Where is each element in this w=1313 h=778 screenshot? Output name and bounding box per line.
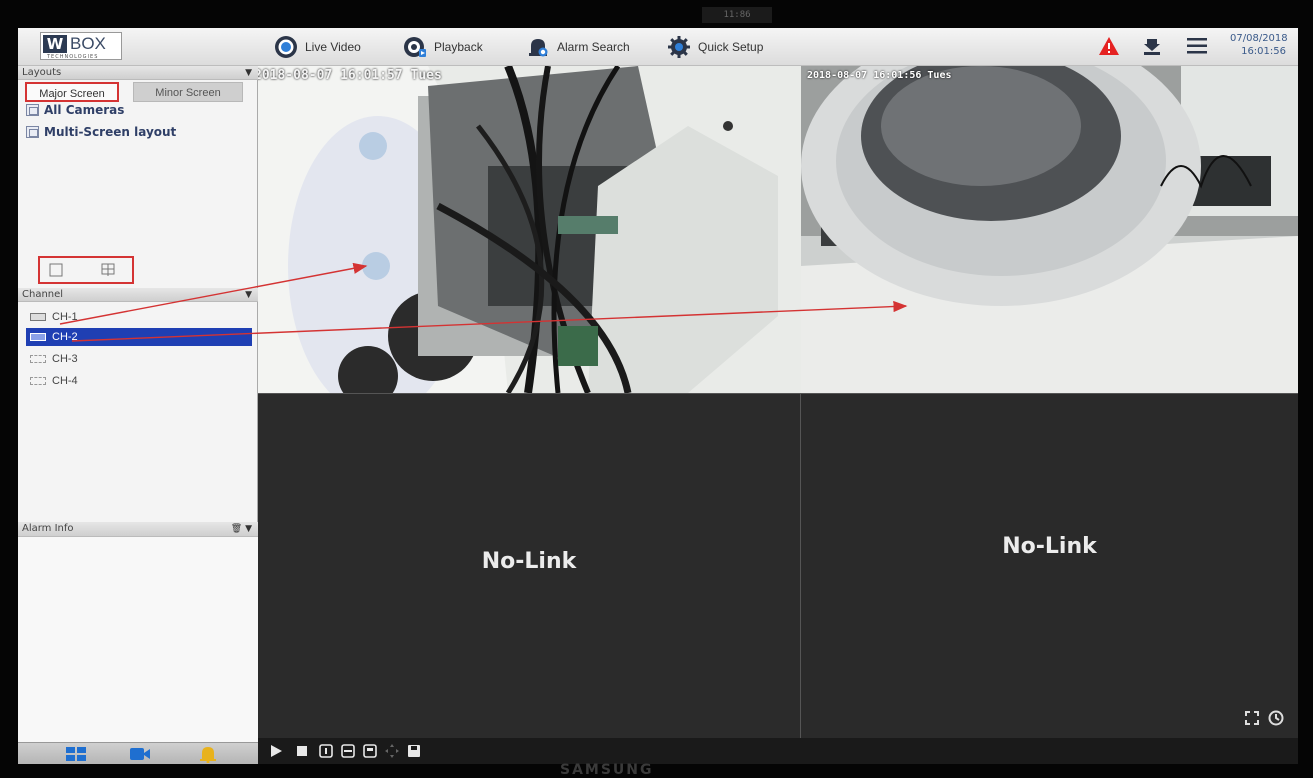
hamburger-menu-icon[interactable] xyxy=(1187,38,1207,54)
snapshot-icon[interactable] xyxy=(362,743,378,759)
bell-icon[interactable] xyxy=(196,745,220,763)
tile-3-status: No-Link xyxy=(481,549,577,574)
gear-icon xyxy=(668,36,690,58)
nav-live-video-label: Live Video xyxy=(305,40,361,54)
playback-icon xyxy=(404,37,426,57)
tile-tools xyxy=(1240,708,1290,728)
record-icon xyxy=(275,36,297,58)
clock-time: 16:01:56 xyxy=(1241,46,1286,57)
tree-all-cameras-label: All Cameras xyxy=(44,103,125,117)
tab-major-screen[interactable]: Major Screen xyxy=(25,82,119,102)
camera-icon xyxy=(30,377,46,385)
nav-live-video[interactable]: Live Video xyxy=(274,34,361,60)
channel-item-ch3[interactable]: CH-3 xyxy=(26,350,252,368)
screen-tabs: Major Screen Minor Screen xyxy=(21,80,253,102)
clock-date: 07/08/2018 xyxy=(1230,33,1288,44)
layouts-panel-header[interactable]: Layouts ▼ xyxy=(18,66,258,80)
alarm-header-label: Alarm Info xyxy=(22,523,74,534)
video-tile-2[interactable]: 2018-08-07 16:01:56 Tues xyxy=(801,66,1298,393)
video-camera-icon[interactable] xyxy=(128,745,152,763)
download-icon[interactable] xyxy=(1144,37,1160,55)
top-bar: W BOX TECHNOLOGIES Live Video Playback A… xyxy=(18,28,1298,66)
fullscreen-icon[interactable] xyxy=(1244,710,1260,726)
stop-icon[interactable] xyxy=(294,743,310,759)
camera-icon xyxy=(30,333,46,341)
tree-multi-screen-label: Multi-Screen layout xyxy=(44,125,177,139)
nav-alarm-search[interactable]: Alarm Search xyxy=(526,34,630,60)
trash-and-caret-icon[interactable]: 🗑 ▼ xyxy=(231,522,252,536)
dvr-screen: W BOX TECHNOLOGIES Live Video Playback A… xyxy=(18,28,1298,764)
single-screen-icon[interactable] xyxy=(49,263,63,277)
nav-playback-label: Playback xyxy=(434,40,483,54)
tab-minor-screen[interactable]: Minor Screen xyxy=(133,82,243,102)
camera-1-timestamp: 2018-08-07 16:01:57 Tues xyxy=(258,68,442,83)
sidebar-bottom-toolbar xyxy=(18,742,258,764)
logo-box: BOX xyxy=(70,34,106,53)
camera-icon xyxy=(30,355,46,363)
app-logo: W BOX TECHNOLOGIES xyxy=(40,32,122,60)
camera-2-timestamp: 2018-08-07 16:01:56 Tues xyxy=(807,70,952,81)
camera-2-feed xyxy=(801,66,1298,393)
monitor-brand: SAMSUNG xyxy=(560,762,654,778)
monitor-frame: 11:86 W BOX TECHNOLOGIES Live Video Play… xyxy=(0,0,1313,778)
collapse-caret-icon[interactable]: ▼ xyxy=(245,66,252,80)
camera-group-icon xyxy=(26,104,39,116)
quad-screen-icon[interactable] xyxy=(101,263,115,277)
channel-label: CH-1 xyxy=(52,311,78,323)
channel-item-ch2[interactable]: CH-2 xyxy=(26,328,252,346)
channel-label: CH-2 xyxy=(52,331,78,343)
tree-multi-screen-layout[interactable]: Multi-Screen layout xyxy=(26,124,176,140)
tree-all-cameras[interactable]: All Cameras xyxy=(26,102,124,118)
layout-grid-icon[interactable] xyxy=(64,745,88,763)
bezel-label: 11:86 xyxy=(702,7,772,23)
nav-quick-setup[interactable]: Quick Setup xyxy=(667,34,763,60)
camera-1-feed xyxy=(258,66,801,393)
channel-label: CH-3 xyxy=(52,353,78,365)
video-grid: 2018-08-07 16:01:57 Tues 2018-08-07 16:0… xyxy=(258,66,1298,738)
logo-w: W xyxy=(43,35,67,53)
layout-group-icon xyxy=(26,126,39,138)
alarm-info-list xyxy=(18,537,258,742)
camera-icon xyxy=(30,313,46,321)
nav-quick-setup-label: Quick Setup xyxy=(698,40,764,54)
layouts-header-label: Layouts xyxy=(22,67,62,78)
alarm-panel-header[interactable]: Alarm Info 🗑 ▼ xyxy=(18,522,258,537)
play-icon[interactable] xyxy=(268,743,284,759)
video-tile-4[interactable]: No-Link xyxy=(801,393,1298,738)
channel-label: CH-4 xyxy=(52,375,78,387)
channel-item-ch1[interactable]: CH-1 xyxy=(26,308,252,326)
clock-icon[interactable] xyxy=(1268,710,1284,726)
logo-tagline: TECHNOLOGIES xyxy=(47,54,99,60)
video-tile-3[interactable]: No-Link xyxy=(258,393,801,738)
channel-item-ch4[interactable]: CH-4 xyxy=(26,372,252,390)
ptz-icon[interactable] xyxy=(384,743,400,759)
system-clock: 07/08/2018 16:01:56 xyxy=(1230,32,1288,58)
collapse-caret-icon[interactable]: ▼ xyxy=(245,288,252,302)
video-tile-1[interactable]: 2018-08-07 16:01:57 Tues xyxy=(258,66,801,393)
layout-buttons xyxy=(38,256,134,284)
split-icon[interactable] xyxy=(340,743,356,759)
sidebar: Layouts ▼ Major Screen Minor Screen All … xyxy=(18,66,258,764)
alarm-search-icon xyxy=(529,39,548,57)
tile-4-status: No-Link xyxy=(1002,534,1097,559)
warning-icon[interactable] xyxy=(1098,36,1120,56)
playback-toolbar xyxy=(258,738,1298,764)
save-icon[interactable] xyxy=(406,743,422,759)
channel-header-label: Channel xyxy=(22,289,64,300)
channel-panel-header[interactable]: Channel ▼ xyxy=(18,288,258,302)
nav-alarm-search-label: Alarm Search xyxy=(557,40,630,54)
info-icon[interactable] xyxy=(318,743,334,759)
nav-playback[interactable]: Playback xyxy=(403,34,483,60)
